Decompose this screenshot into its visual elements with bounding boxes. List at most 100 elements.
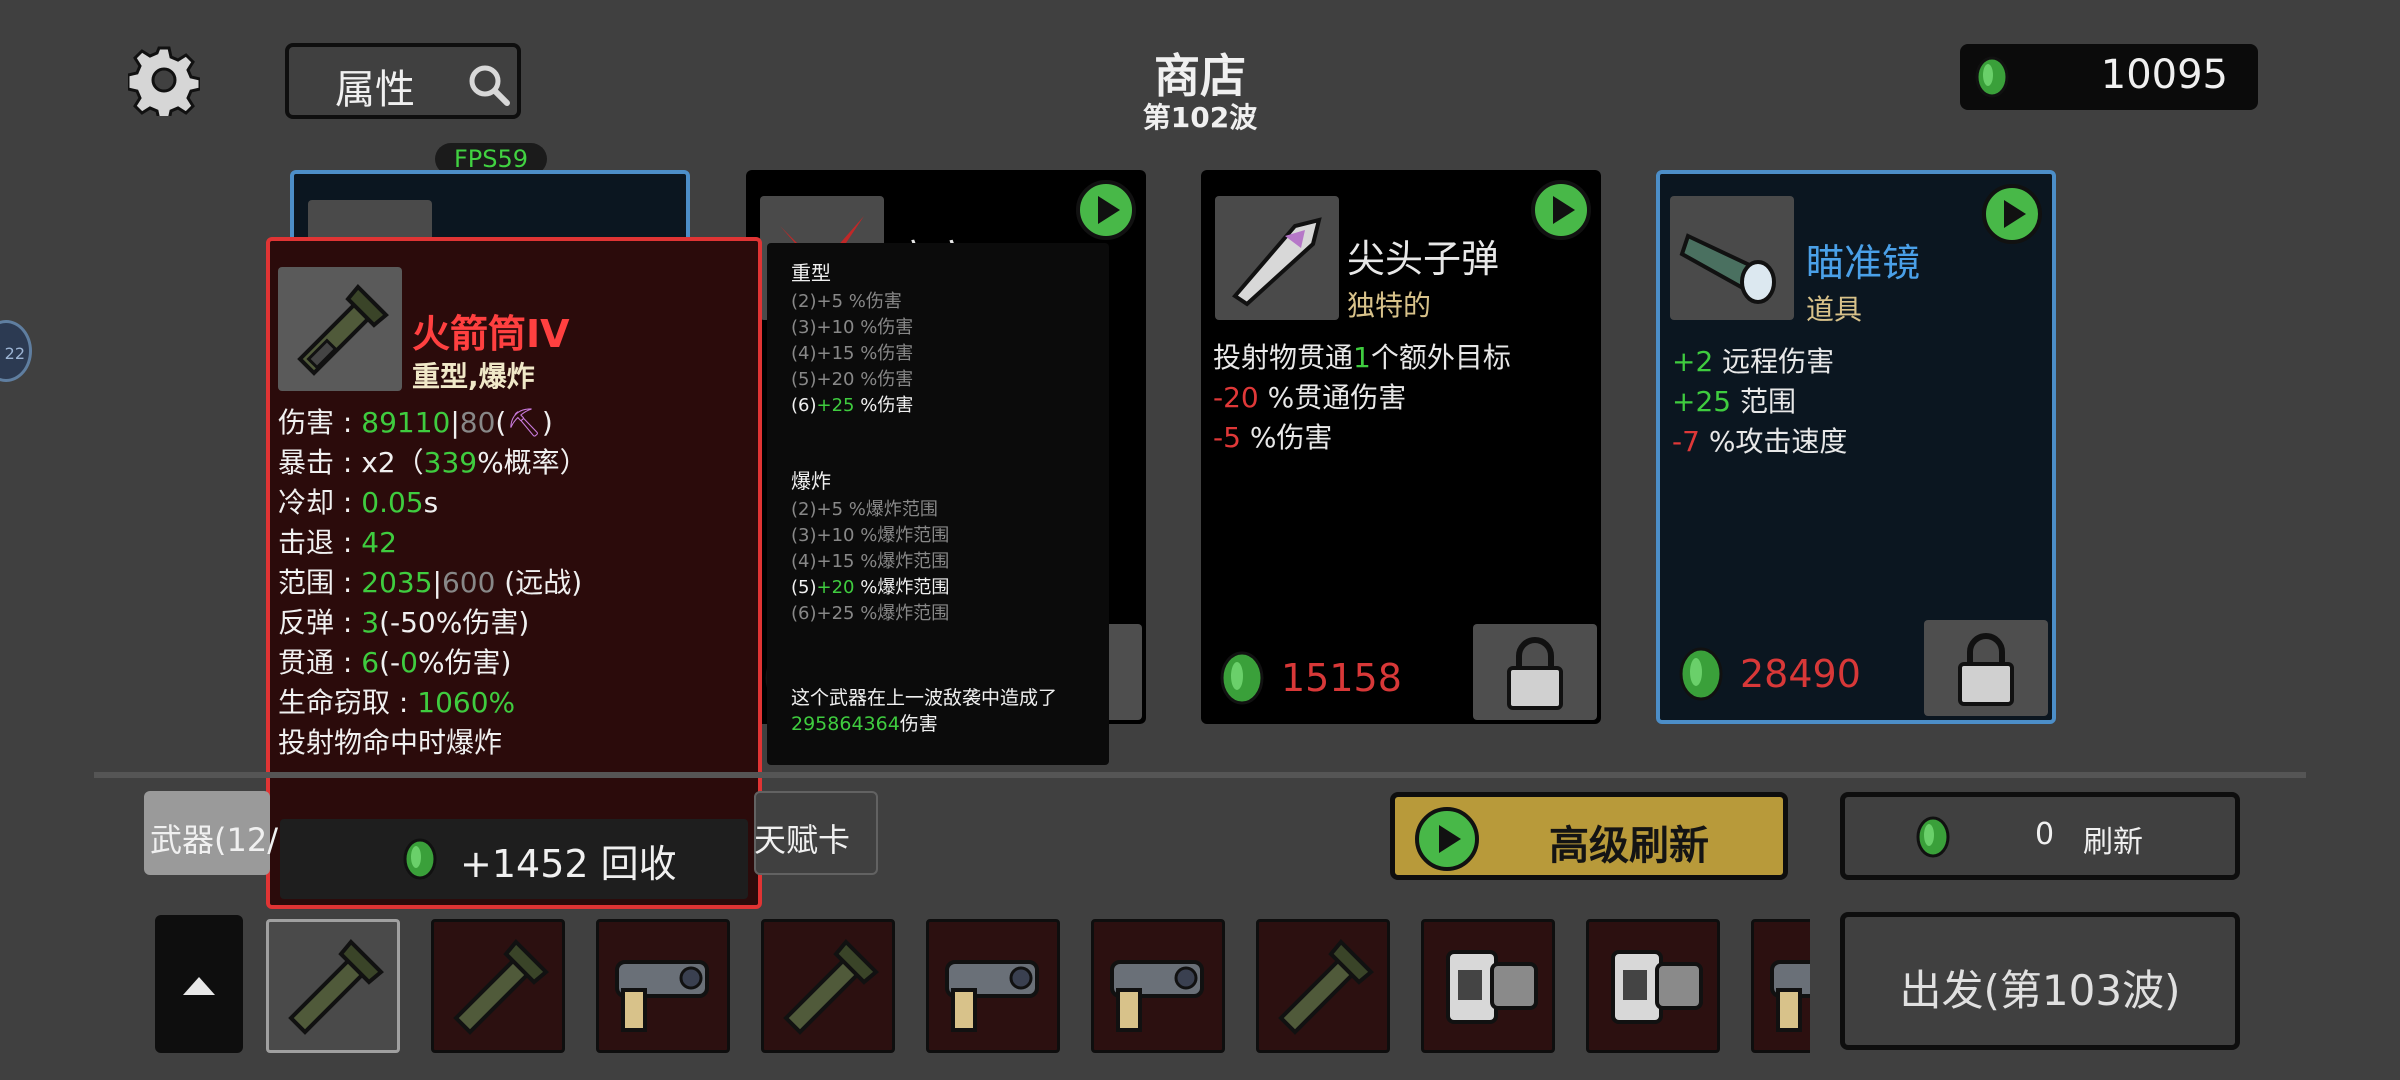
explosive-tier-active: (5)+20 %爆炸范围 — [791, 577, 950, 598]
tab-talent-cards[interactable]: 天赋卡 — [754, 791, 878, 875]
recycle-text: +1452 回收 — [460, 842, 677, 886]
heavy-tier: (4)+15 %伤害 — [791, 343, 914, 364]
explosive-tier: (4)+15 %爆炸范围 — [791, 551, 950, 572]
tab-label: 武器(12/ — [150, 821, 278, 859]
rocket-launcher-image — [278, 267, 402, 391]
video-reward-button[interactable] — [1074, 178, 1138, 246]
item-name: 尖头子弹 — [1347, 237, 1500, 281]
material-coin-icon — [1679, 647, 1723, 701]
inventory-slot[interactable] — [596, 919, 730, 1053]
lock-icon — [1507, 637, 1563, 710]
expand-inventory-button[interactable] — [155, 915, 243, 1053]
item-price: 15158 — [1215, 650, 1402, 710]
inventory-slot[interactable] — [1751, 919, 1810, 1053]
stat-effect: 投射物命中时爆炸 — [278, 726, 503, 759]
money-display: 10095 — [1960, 44, 2258, 110]
explosive-tier: (2)+5 %爆炸范围 — [791, 499, 938, 520]
heavy-tier-active: (6)+25 %伤害 — [791, 395, 914, 416]
stat-damage: 伤害 : 89110|80(⛏) — [278, 406, 553, 439]
inventory-slot[interactable] — [1586, 919, 1720, 1053]
video-reward-button[interactable] — [1529, 178, 1593, 246]
heavy-tier: (2)+5 %伤害 — [791, 291, 902, 312]
item-description: 投射物贯通1个额外目标 -20 %贯通伤害 -5 %伤害 — [1213, 341, 1511, 454]
tab-weapons[interactable]: 武器(12/ — [144, 791, 278, 875]
play-icon — [1982, 184, 2042, 244]
shop-card-3[interactable]: 尖头子弹 独特的 投射物贯通1个额外目标 -20 %贯通伤害 -5 %伤害 15… — [1201, 170, 1601, 724]
scope-image — [1670, 196, 1794, 320]
arrow-up-icon — [183, 977, 215, 995]
attribute-label: 属性 — [335, 67, 415, 113]
weapon-inventory — [262, 915, 1810, 1057]
tab-label: 天赋卡 — [754, 821, 851, 859]
sentry-cannon-icon — [1446, 950, 1538, 1024]
stat-lifesteal: 生命窃取 : 1060% — [278, 686, 516, 719]
rocket-launcher-icon — [288, 939, 384, 1035]
advanced-refresh-label: 高级刷新 — [1549, 823, 1709, 869]
item-type: 独特的 — [1347, 289, 1432, 322]
attribute-search-button[interactable]: 属性 — [285, 43, 521, 119]
heavy-set-title: 重型 — [791, 261, 831, 285]
sentry-cannon-icon — [1611, 950, 1703, 1024]
advanced-refresh-button[interactable]: 高级刷新 — [1390, 792, 1788, 880]
stat-cooldown: 冷却 : 0.05s — [278, 486, 439, 519]
settings-gear-icon[interactable] — [126, 44, 202, 122]
pointy-bullet-image — [1215, 196, 1339, 320]
video-reward-button[interactable] — [1980, 182, 2044, 250]
inventory-slot[interactable] — [431, 919, 565, 1053]
price-value: 28490 — [1740, 652, 1861, 696]
weapon-tooltip: 火箭筒IV 重型,爆炸 伤害 : 89110|80(⛏) 暴击 : x2（339… — [266, 237, 762, 909]
stat-pierce: 贯通 : 6(-0%伤害) — [278, 646, 512, 679]
inventory-slot[interactable] — [266, 919, 400, 1053]
heavy-tier: (3)+10 %伤害 — [791, 317, 914, 338]
material-coin-icon — [1975, 56, 2009, 98]
grenade-launcher-icon — [1770, 960, 1810, 1032]
rocket-launcher-icon — [1278, 939, 1374, 1035]
inventory-slot[interactable] — [1091, 919, 1225, 1053]
weapon-name: 火箭筒IV — [412, 312, 570, 356]
money-value: 10095 — [2100, 52, 2228, 98]
item-type: 道具 — [1806, 293, 1863, 326]
material-coin-icon — [1220, 651, 1264, 705]
inventory-slot[interactable] — [926, 919, 1060, 1053]
explosive-tier: (3)+10 %爆炸范围 — [791, 525, 950, 546]
start-wave-button[interactable]: 出发(第103波) — [1840, 912, 2240, 1050]
grenade-launcher-icon — [945, 960, 1039, 1032]
lock-icon — [1958, 633, 2014, 706]
rocket-launcher-icon — [453, 939, 549, 1035]
divider — [94, 772, 2306, 778]
refresh-cost: 0 — [2035, 817, 2055, 852]
item-description: +2 远程伤害 +25 范围 -7 %攻击速度 — [1672, 345, 1848, 458]
stat-bounce: 反弹 : 3(-50%伤害) — [278, 606, 530, 639]
refresh-label: 刷新 — [2083, 825, 2143, 860]
weapon-type: 重型,爆炸 — [412, 360, 535, 393]
grenade-launcher-icon — [615, 960, 709, 1032]
stat-crit: 暴击 : x2（339%概率） — [278, 446, 588, 479]
lock-button[interactable] — [1473, 624, 1597, 720]
shop-card-4[interactable]: 瞄准镜 道具 +2 远程伤害 +25 范围 -7 %攻击速度 28490 — [1656, 170, 2056, 724]
inventory-slot[interactable] — [761, 919, 895, 1053]
material-coin-icon — [403, 838, 437, 880]
play-icon — [1531, 180, 1591, 240]
refresh-button[interactable]: 0 刷新 — [1840, 792, 2240, 880]
heavy-tier: (5)+20 %伤害 — [791, 369, 914, 390]
item-price: 28490 — [1674, 646, 1861, 706]
pickaxe-icon: ⛏ — [506, 406, 542, 439]
recycle-button[interactable]: +1452 回收 — [280, 819, 748, 899]
play-icon — [1076, 180, 1136, 240]
weapon-stats: 伤害 : 89110|80(⛏) 暴击 : x2（339%概率） 冷却 : 0.… — [278, 403, 588, 763]
play-icon — [1415, 807, 1479, 871]
stat-range: 范围 : 2035|600 (远战) — [278, 566, 583, 599]
explosive-set-title: 爆炸 — [791, 469, 831, 493]
inventory-slot[interactable] — [1256, 919, 1390, 1053]
price-value: 15158 — [1281, 656, 1402, 700]
set-bonus-tooltip: 重型 (2)+5 %伤害 (3)+10 %伤害 (4)+15 %伤害 (5)+2… — [767, 243, 1109, 765]
inventory-slot[interactable] — [1421, 919, 1555, 1053]
material-coin-icon — [1916, 816, 1950, 858]
lock-button[interactable] — [1924, 620, 2048, 716]
side-level-badge[interactable]: 22 — [0, 320, 32, 382]
explosive-tier: (6)+25 %爆炸范围 — [791, 603, 950, 624]
rocket-launcher-icon — [783, 939, 879, 1035]
stat-knockback: 击退 : 42 — [278, 526, 397, 559]
last-wave-damage: 这个武器在上一波敌袭中造成了295864364伤害 — [791, 687, 1058, 735]
item-name: 瞄准镜 — [1806, 241, 1921, 285]
